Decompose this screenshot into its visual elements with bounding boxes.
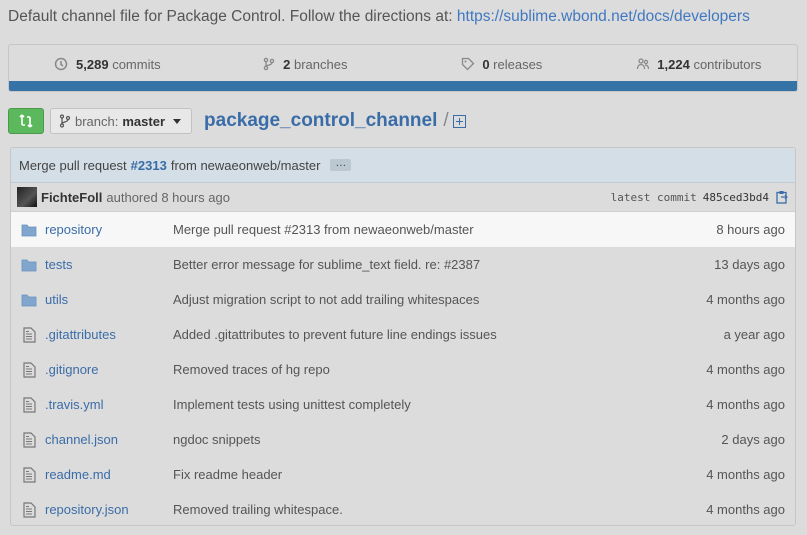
- file-commit-message[interactable]: Fix readme header: [173, 467, 573, 482]
- stat-contributors[interactable]: 1,224 contributors: [600, 57, 797, 72]
- file-icon: [21, 466, 37, 483]
- pull-request-link[interactable]: #2313: [131, 158, 167, 173]
- file-icon: [21, 501, 37, 518]
- commits-count: 5,289: [76, 56, 109, 72]
- releases-label: releases: [493, 56, 543, 72]
- new-file-icon[interactable]: [452, 114, 466, 128]
- branch-selector[interactable]: branch: master: [50, 108, 193, 134]
- commit-author[interactable]: FichteFoll: [41, 190, 102, 205]
- file-commit-message[interactable]: Added .gitattributes to prevent future l…: [173, 327, 573, 342]
- description-text: Default channel file for Package Control…: [8, 8, 453, 25]
- file-commit-message[interactable]: ngdoc snippets: [173, 432, 573, 447]
- commits-label: commits: [112, 56, 161, 72]
- clipboard-icon[interactable]: [775, 190, 789, 204]
- contributors-label: contributors: [693, 56, 762, 72]
- file-age: a year ago: [723, 327, 785, 342]
- file-row[interactable]: repository Merge pull request #2313 from …: [11, 212, 795, 247]
- latest-commit-title: Merge pull request #2313 from newaeonweb…: [11, 148, 795, 183]
- file-commit-message[interactable]: Removed traces of hg repo: [173, 362, 573, 377]
- file-icon: [21, 431, 37, 448]
- commit-message-suffix: from newaeonweb/master: [170, 157, 321, 173]
- stat-releases[interactable]: 0 releases: [403, 57, 600, 72]
- file-commit-message[interactable]: Merge pull request #2313 from newaeonweb…: [173, 222, 573, 237]
- file-age: 4 months ago: [706, 467, 785, 482]
- file-name-link[interactable]: readme.md: [45, 467, 173, 482]
- stat-commits[interactable]: 5,289 commits: [9, 57, 206, 72]
- file-icon: [21, 396, 37, 413]
- path-separator: /: [443, 110, 449, 131]
- history-icon: [55, 57, 68, 70]
- file-browser: Merge pull request #2313 from newaeonweb…: [10, 147, 796, 526]
- expand-commit-button[interactable]: …: [330, 158, 352, 171]
- file-row[interactable]: channel.json ngdoc snippets 2 days ago: [11, 422, 795, 457]
- commit-message-prefix: Merge pull request: [19, 157, 127, 173]
- file-name-link[interactable]: .gitignore: [45, 362, 173, 377]
- contributors-icon: [636, 57, 649, 69]
- contributors-count: 1,224: [657, 56, 690, 72]
- file-row[interactable]: .travis.yml Implement tests using unittes…: [11, 387, 795, 422]
- repo-description: Default channel file for Package Control…: [8, 8, 750, 26]
- language-bar[interactable]: [9, 81, 797, 91]
- file-icon: [21, 326, 37, 343]
- branches-count: 2: [283, 56, 291, 72]
- branches-label: branches: [294, 56, 348, 72]
- file-row[interactable]: tests Better error message for sublime_te…: [11, 247, 795, 282]
- file-age: 4 months ago: [706, 362, 785, 377]
- file-row[interactable]: .gitignore Removed traces of hg repo 4 mon…: [11, 352, 795, 387]
- stat-branches[interactable]: 2 branches: [206, 57, 403, 72]
- branch-name: master: [122, 113, 166, 129]
- file-name-link[interactable]: .travis.yml: [45, 397, 173, 412]
- repo-toolbar: branch: master package_control_channel /: [8, 108, 466, 134]
- file-row[interactable]: repository.json Removed trailing whitespa…: [11, 492, 795, 525]
- avatar[interactable]: [17, 187, 37, 207]
- file-name-link[interactable]: repository.json: [45, 502, 173, 517]
- branch-icon: [59, 114, 71, 128]
- compare-button[interactable]: [8, 108, 44, 134]
- tag-icon: [461, 57, 475, 70]
- file-commit-message[interactable]: Removed trailing whitespace.: [173, 502, 573, 517]
- file-commit-message[interactable]: Adjust migration script to not add trail…: [173, 292, 573, 307]
- description-link[interactable]: https://sublime.wbond.net/docs/developer…: [457, 8, 750, 25]
- file-commit-message[interactable]: Implement tests using unittest completel…: [173, 397, 573, 412]
- compare-icon: [19, 114, 33, 128]
- file-age: 4 months ago: [706, 397, 785, 412]
- repo-name-link[interactable]: package_control_channel: [204, 110, 437, 132]
- file-row[interactable]: .gitattributes Added .gitattributes to pr…: [11, 317, 795, 352]
- file-list: repository Merge pull request #2313 from …: [11, 212, 795, 525]
- file-name-link[interactable]: utils: [45, 292, 173, 307]
- file-age: 8 hours ago: [716, 222, 785, 237]
- file-commit-message[interactable]: Better error message for sublime_text fi…: [173, 257, 573, 272]
- file-icon: [21, 361, 37, 378]
- file-name-link[interactable]: tests: [45, 257, 173, 272]
- latest-commit-meta: FichteFoll authored 8 hours ago latest c…: [11, 183, 795, 212]
- latest-commit-label: latest commit: [610, 190, 697, 204]
- releases-count: 0: [482, 56, 490, 72]
- branch-prefix: branch:: [75, 113, 119, 129]
- folder-icon: [21, 222, 37, 238]
- file-age: 13 days ago: [714, 257, 785, 272]
- repo-stats-bar: 5,289 commits 2 branches 0 releases 1,22…: [8, 44, 798, 92]
- file-row[interactable]: utils Adjust migration script to not add …: [11, 282, 795, 317]
- file-name-link[interactable]: repository: [45, 222, 173, 237]
- file-age: 4 months ago: [706, 502, 785, 517]
- branch-icon: [263, 57, 274, 70]
- commit-sha-link[interactable]: 485ced3bd4: [703, 191, 769, 204]
- file-age: 4 months ago: [706, 292, 785, 307]
- commit-authored-time: authored 8 hours ago: [106, 189, 230, 205]
- file-name-link[interactable]: channel.json: [45, 432, 173, 447]
- folder-icon: [21, 257, 37, 273]
- folder-icon: [21, 292, 37, 308]
- file-name-link[interactable]: .gitattributes: [45, 327, 173, 342]
- file-row[interactable]: readme.md Fix readme header 4 months ago: [11, 457, 795, 492]
- file-age: 2 days ago: [721, 432, 785, 447]
- chevron-down-icon: [173, 118, 182, 124]
